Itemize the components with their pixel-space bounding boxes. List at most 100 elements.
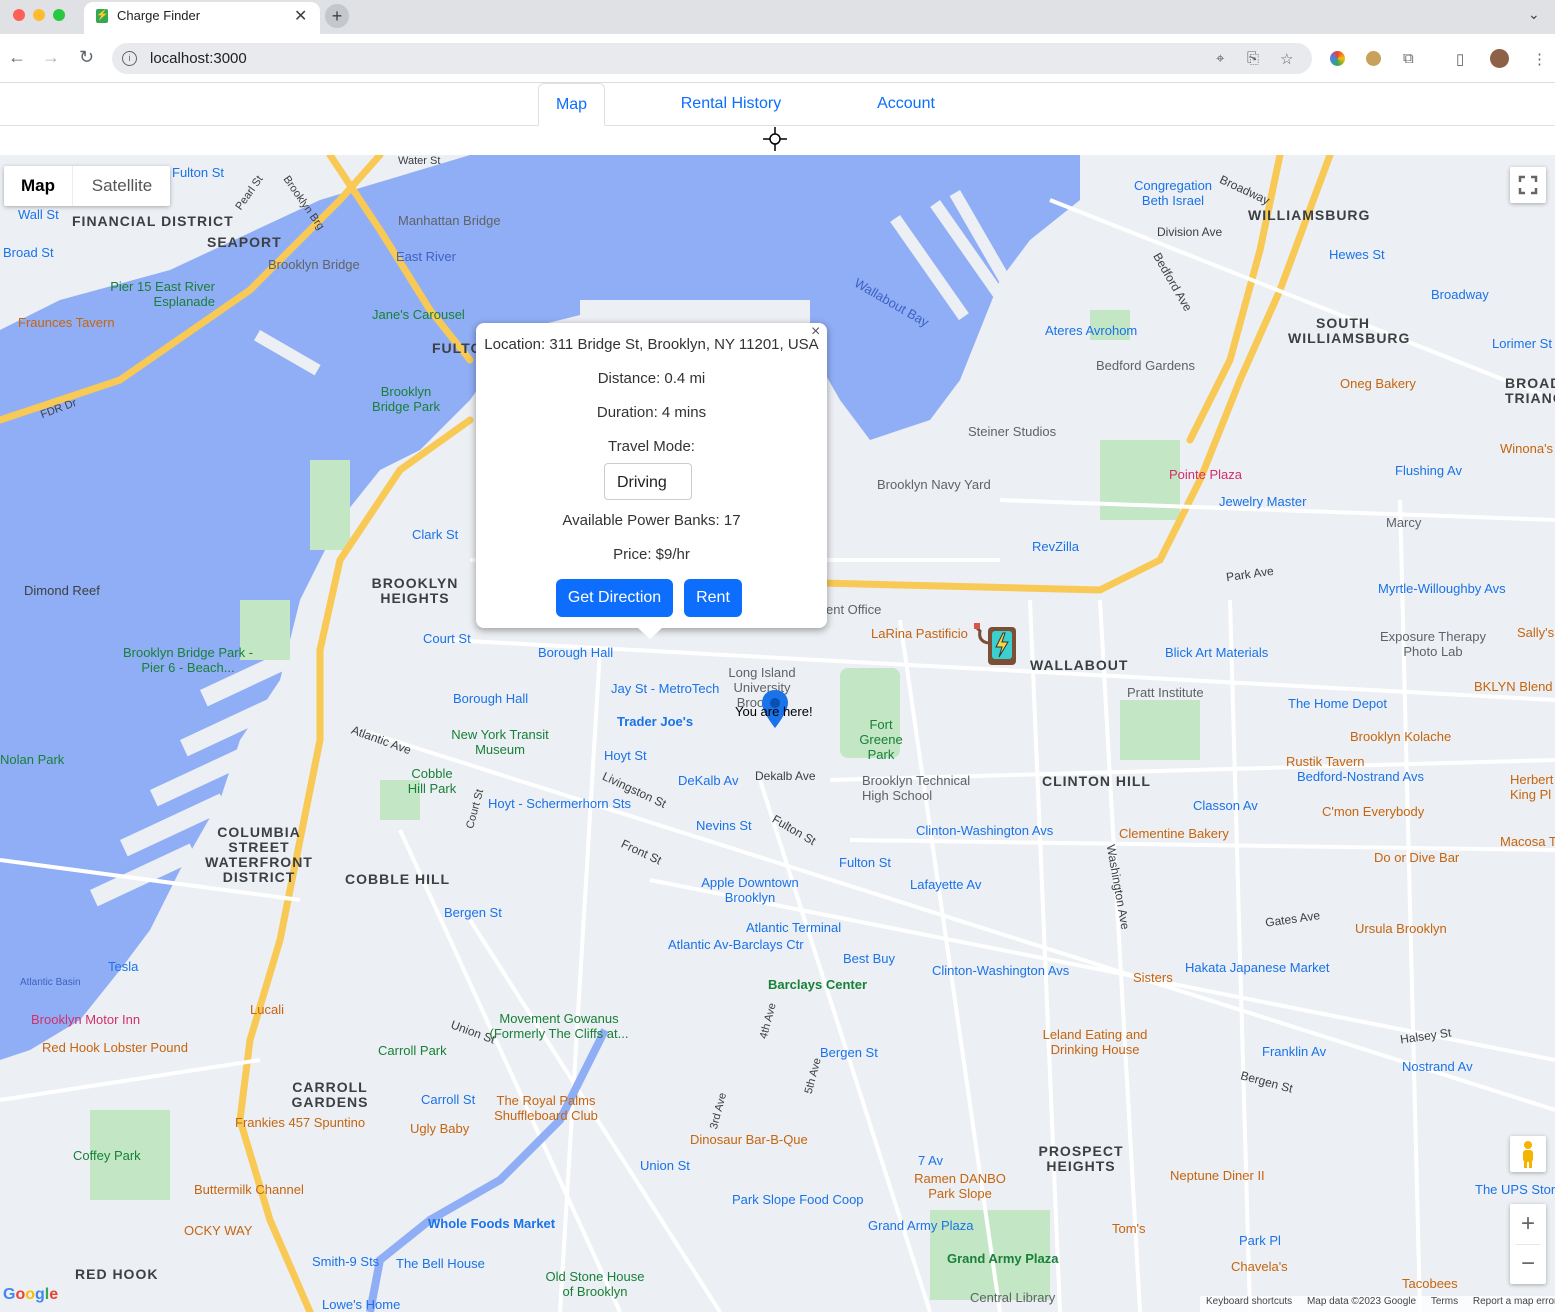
poi-label[interactable]: New York Transit Museum (450, 727, 550, 757)
poi-label[interactable]: Carroll St (421, 1092, 475, 1107)
poi-label[interactable]: Chavela's (1231, 1259, 1288, 1274)
minimize-window-button[interactable] (33, 9, 45, 21)
address-bar[interactable] (112, 43, 1312, 74)
poi-label[interactable]: Bedford-Nostrand Avs (1297, 769, 1424, 784)
poi-label[interactable]: Old Stone House of Brooklyn (540, 1269, 650, 1299)
close-window-button[interactable] (13, 9, 25, 21)
poi-label[interactable]: Hoyt St (604, 748, 647, 763)
tab-search-icon[interactable]: ⌄ (1528, 6, 1540, 23)
poi-label[interactable]: BKLYN Blend (1474, 679, 1553, 694)
poi-label[interactable]: Wall St (18, 207, 59, 222)
poi-label[interactable]: Tesla (108, 959, 138, 974)
side-panel-icon[interactable]: ▯ (1456, 50, 1464, 68)
google-logo[interactable]: Google (3, 1286, 58, 1304)
url-text[interactable]: localhost:3000 (150, 50, 247, 67)
poi-label[interactable]: Central Library (970, 1290, 1055, 1305)
poi-label[interactable]: Hoyt - Schermerhorn Sts (488, 796, 631, 811)
location-icon[interactable]: ⌖ (1216, 50, 1224, 67)
poi-label[interactable]: Manhattan Bridge (398, 213, 501, 228)
poi-label[interactable]: Frankies 457 Spuntino (235, 1115, 365, 1130)
poi-label[interactable]: Fulton St (172, 165, 224, 180)
poi-label[interactable]: Flushing Av (1395, 463, 1462, 478)
poi-label[interactable]: Tom's (1112, 1221, 1146, 1236)
poi-label[interactable]: Broadway (1431, 287, 1489, 302)
poi-label[interactable]: Lucali (250, 1002, 284, 1017)
zoom-in-button[interactable]: + (1510, 1204, 1546, 1244)
poi-label[interactable]: The Royal Palms Shuffleboard Club (486, 1093, 606, 1123)
poi-label[interactable]: Rustik Tavern (1286, 754, 1365, 769)
poi-label[interactable]: Grand Army Plaza (868, 1218, 974, 1233)
poi-label[interactable]: Atlantic Terminal (746, 920, 841, 935)
poi-label[interactable]: Ursula Brooklyn (1355, 921, 1447, 936)
poi-label[interactable]: Nolan Park (0, 752, 64, 767)
poi-label[interactable]: Classon Av (1193, 798, 1258, 813)
poi-label[interactable]: Tacobees (1402, 1276, 1458, 1291)
poi-label[interactable]: Pratt Institute (1127, 685, 1204, 700)
poi-label[interactable]: Borough Hall (538, 645, 613, 660)
poi-label[interactable]: Dinosaur Bar-B-Que (690, 1132, 808, 1147)
travel-mode-select[interactable]: Driving (604, 463, 692, 500)
poi-label[interactable]: Lafayette Av (910, 877, 981, 892)
map-type-map-button[interactable]: Map (4, 166, 72, 206)
poi-label[interactable]: Lowe's Home (322, 1297, 400, 1312)
poi-label[interactable]: Nevins St (696, 818, 752, 833)
poi-label[interactable]: 7 Av (918, 1153, 943, 1168)
poi-label[interactable]: ent Office (826, 602, 881, 617)
poi-label[interactable]: Jane's Carousel (372, 307, 465, 322)
install-app-icon[interactable]: ⎘ (1247, 50, 1259, 67)
zoom-out-button[interactable]: − (1510, 1244, 1546, 1284)
charging-station-marker-icon[interactable] (974, 623, 1020, 669)
poi-label[interactable]: Brooklyn Navy Yard (877, 477, 991, 492)
new-tab-button[interactable]: + (325, 4, 349, 28)
poi-label[interactable]: Apple Downtown Brooklyn (695, 875, 805, 905)
poi-label[interactable]: Steiner Studios (968, 424, 1056, 439)
poi-label[interactable]: Myrtle-Willoughby Avs (1378, 581, 1506, 596)
extensions-puzzle-icon[interactable]: ⧉ (1403, 50, 1414, 67)
poi-label[interactable]: RevZilla (1032, 539, 1079, 554)
poi-label[interactable]: Ateres Avrohom (1045, 323, 1137, 338)
poi-label[interactable]: Coffey Park (73, 1148, 141, 1163)
poi-label[interactable]: Sisters (1133, 970, 1173, 985)
poi-label[interactable]: Lorimer St (1492, 336, 1552, 351)
poi-label[interactable]: Winona's (1500, 441, 1553, 456)
poi-label[interactable]: Broad St (3, 245, 54, 260)
close-info-window-icon[interactable]: × (811, 323, 820, 341)
poi-label[interactable]: Clinton-Washington Avs (932, 963, 1069, 978)
poi-label[interactable]: The Bell House (396, 1256, 485, 1271)
poi-label[interactable]: Court St (423, 631, 471, 646)
poi-label[interactable]: Brooklyn Technical High School (862, 773, 982, 803)
poi-label[interactable]: Marcy (1386, 515, 1421, 530)
poi-label[interactable]: Sally's (1517, 625, 1554, 640)
poi-label[interactable]: Leland Eating and Drinking House (1030, 1027, 1160, 1057)
extension-color-icon[interactable] (1330, 51, 1345, 66)
poi-label[interactable]: Grand Army Plaza (947, 1251, 1059, 1266)
poi-label[interactable]: Park Slope Food Coop (732, 1192, 864, 1207)
poi-label[interactable]: Clementine Bakery (1119, 826, 1229, 841)
poi-label[interactable]: Best Buy (843, 951, 895, 966)
poi-label[interactable]: The Home Depot (1288, 696, 1387, 711)
reload-icon[interactable]: ↻ (79, 47, 94, 68)
poi-label[interactable]: Buttermilk Channel (194, 1182, 304, 1197)
poi-label[interactable]: Pointe Plaza (1169, 467, 1242, 482)
poi-label[interactable]: Do or Dive Bar (1374, 850, 1459, 865)
poi-label[interactable]: Carroll Park (378, 1043, 447, 1058)
poi-label[interactable]: Brooklyn Motor Inn (31, 1012, 140, 1027)
poi-label[interactable]: Ramen DANBO Park Slope (910, 1171, 1010, 1201)
forward-icon[interactable]: → (42, 47, 60, 68)
poi-label[interactable]: Ugly Baby (410, 1121, 469, 1136)
poi-label[interactable]: Whole Foods Market (428, 1216, 555, 1231)
tab-account[interactable]: Account (862, 83, 950, 124)
poi-label[interactable]: Oneg Bakery (1340, 376, 1416, 391)
poi-label[interactable]: Bedford Gardens (1096, 358, 1195, 373)
map-type-satellite-button[interactable]: Satellite (72, 166, 171, 206)
poi-label[interactable]: Fulton St (839, 855, 891, 870)
poi-label[interactable]: Union St (640, 1158, 690, 1173)
back-icon[interactable]: ← (8, 47, 26, 68)
tab-map[interactable]: Map (538, 83, 605, 126)
poi-label[interactable]: Hewes St (1329, 247, 1385, 262)
poi-label[interactable]: DeKalb Av (678, 773, 738, 788)
poi-label[interactable]: Clinton-Washington Avs (916, 823, 1053, 838)
poi-label[interactable]: Smith-9 Sts (312, 1254, 379, 1269)
poi-label[interactable]: OCKY WAY (184, 1223, 252, 1238)
poi-label[interactable]: Bergen St (820, 1045, 878, 1060)
